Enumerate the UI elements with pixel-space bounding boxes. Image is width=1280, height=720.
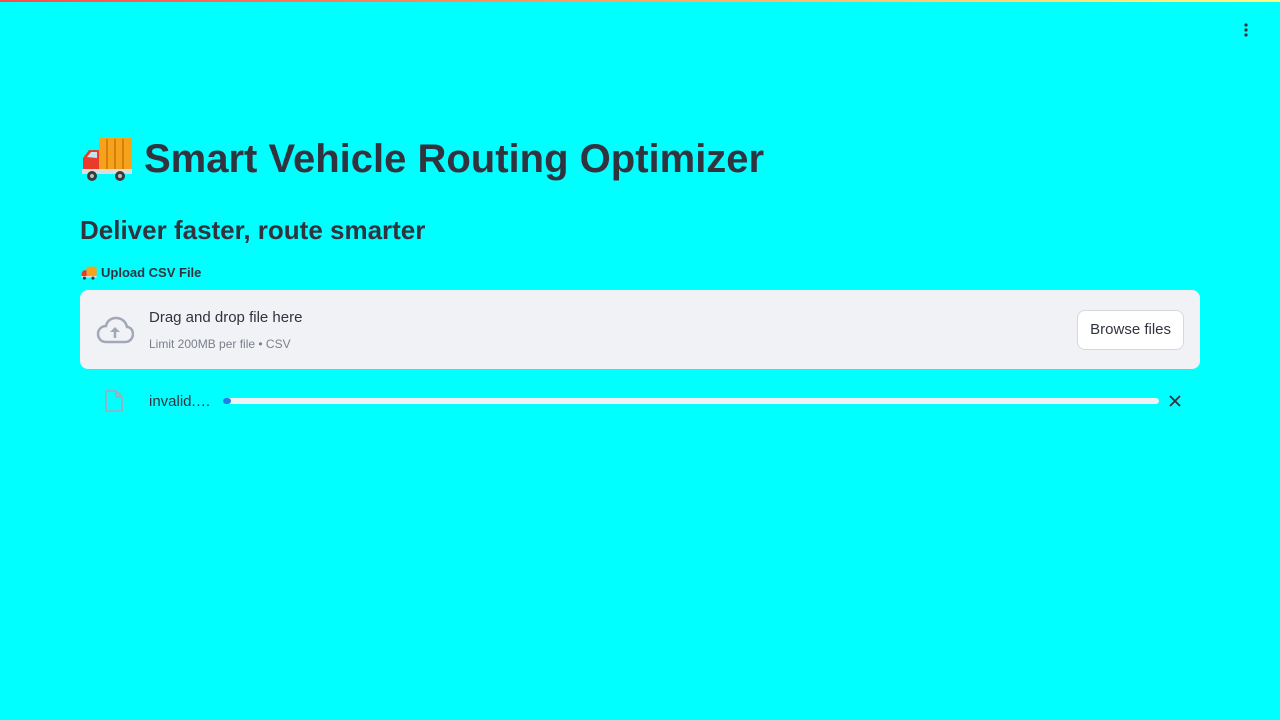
browse-files-button[interactable]: Browse files: [1077, 309, 1184, 350]
vertical-ellipsis-icon: [1244, 23, 1248, 37]
dropzone-limit: Limit 200MB per file • CSV: [149, 336, 291, 351]
page-title: Smart Vehicle Routing Optimizer: [80, 132, 764, 186]
delivery-truck-icon: [80, 136, 134, 182]
page-title-text: Smart Vehicle Routing Optimizer: [144, 137, 765, 181]
uploaded-file-name: invalid.…: [149, 392, 211, 410]
dropzone-instructions: Drag and drop file here Limit 200MB per …: [149, 308, 302, 352]
dropzone-title: Drag and drop file here: [149, 308, 303, 326]
cloud-upload-icon: [96, 316, 134, 344]
page-subtitle: Deliver faster, route smarter: [80, 215, 426, 245]
delivery-truck-icon: [80, 266, 98, 280]
upload-progress-fill: [223, 398, 231, 404]
uploaded-file-row: invalid.…: [80, 386, 1200, 416]
file-dropzone[interactable]: Drag and drop file here Limit 200MB per …: [80, 290, 1200, 369]
file-icon: [104, 389, 124, 413]
main-menu-button[interactable]: [1232, 16, 1260, 44]
uploader-label: Upload CSV File: [80, 264, 201, 282]
remove-file-button[interactable]: [1165, 391, 1185, 411]
top-decoration-bar: [0, 0, 1280, 2]
close-icon: [1169, 395, 1181, 407]
upload-progress-bar: [223, 398, 1159, 404]
uploader-label-text: Upload CSV File: [101, 265, 202, 280]
